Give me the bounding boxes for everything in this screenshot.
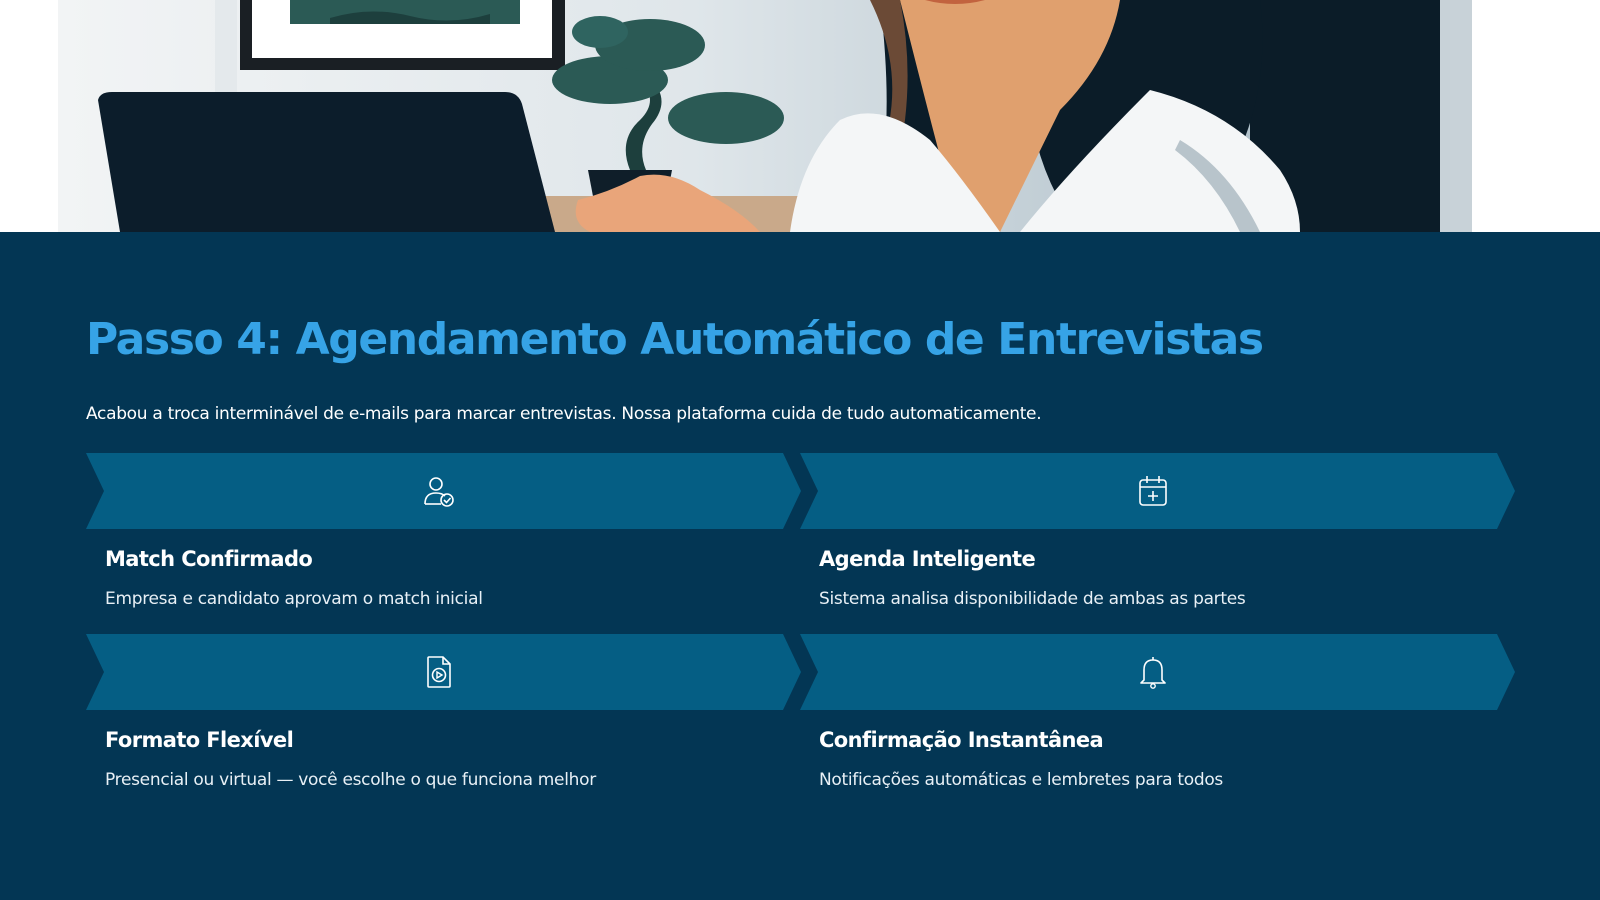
step-title: Match Confirmado: [105, 547, 313, 571]
step-card-formato-flexivel: Formato Flexível Presencial ou virtual —…: [86, 634, 801, 790]
step-description: Sistema analisa disponibilidade de ambas…: [819, 589, 1246, 609]
slide: Passo 4: Agendamento Automático de Entre…: [0, 0, 1600, 900]
file-play-icon: [427, 656, 451, 688]
hero-illustration-image: [0, 0, 1600, 232]
step-card-match-confirmado: Match Confirmado Empresa e candidato apr…: [86, 453, 801, 609]
page-subtitle: Acabou a troca interminável de e-mails p…: [86, 404, 1042, 424]
calendar-plus-icon: [1139, 476, 1167, 506]
step-chevron: [86, 453, 801, 529]
step-description: Empresa e candidato aprovam o match inic…: [105, 589, 483, 609]
step-card-confirmacao-instantanea: Confirmação Instantânea Notificações aut…: [800, 634, 1515, 790]
step-card-agenda-inteligente: Agenda Inteligente Sistema analisa dispo…: [800, 453, 1515, 609]
step-chevron: [800, 634, 1515, 710]
step-title: Agenda Inteligente: [819, 547, 1036, 571]
step-title: Formato Flexível: [105, 728, 294, 752]
step-title: Confirmação Instantânea: [819, 728, 1104, 752]
step-description: Presencial ou virtual — você escolhe o q…: [105, 770, 596, 790]
page-title: Passo 4: Agendamento Automático de Entre…: [86, 314, 1264, 365]
user-check-icon: [424, 477, 454, 507]
step-description: Notificações automáticas e lembretes par…: [819, 770, 1223, 790]
bell-icon: [1140, 657, 1166, 689]
hero-illustration: [0, 0, 1600, 232]
step-chevron: [86, 634, 801, 710]
step-chevron: [800, 453, 1515, 529]
